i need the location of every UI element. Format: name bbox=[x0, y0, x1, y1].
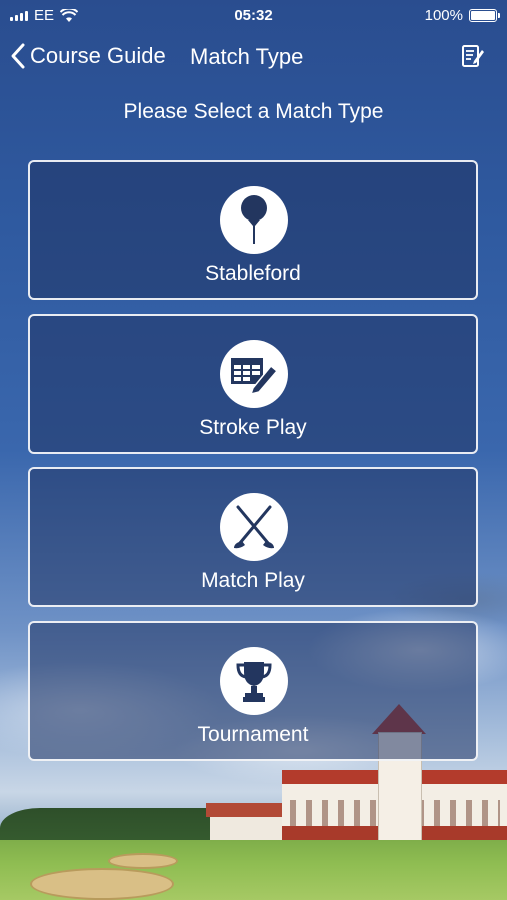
match-type-stableford[interactable]: Stableford bbox=[28, 160, 478, 300]
match-type-label: Stableford bbox=[205, 262, 301, 285]
crossed-clubs-icon bbox=[220, 493, 288, 561]
match-type-label: Stroke Play bbox=[199, 416, 307, 439]
back-label: Course Guide bbox=[30, 43, 166, 68]
golf-tee-icon bbox=[220, 186, 288, 254]
back-button[interactable]: Course Guide bbox=[10, 42, 166, 70]
battery-percent: 100% bbox=[424, 7, 463, 24]
edit-note-icon[interactable] bbox=[461, 44, 485, 68]
bunker bbox=[30, 868, 174, 900]
battery-icon bbox=[469, 9, 500, 22]
scorecard-edit-icon bbox=[220, 340, 288, 408]
status-bar: EE 05:32 100% bbox=[0, 0, 507, 30]
bunker bbox=[108, 853, 178, 869]
page-title: Match Type bbox=[190, 44, 304, 69]
match-type-label: Tournament bbox=[197, 723, 309, 746]
match-type-match-play[interactable]: Match Play bbox=[28, 467, 478, 607]
trophy-icon bbox=[220, 647, 288, 715]
match-type-stroke-play[interactable]: Stroke Play bbox=[28, 314, 478, 454]
match-type-tournament[interactable]: Tournament bbox=[28, 621, 478, 761]
navigation-bar: Course Guide Match Type bbox=[0, 38, 507, 78]
match-type-label: Match Play bbox=[201, 569, 305, 592]
clubhouse-image bbox=[282, 704, 507, 850]
chevron-left-icon bbox=[11, 43, 25, 69]
section-heading: Please Select a Match Type bbox=[123, 100, 384, 123]
